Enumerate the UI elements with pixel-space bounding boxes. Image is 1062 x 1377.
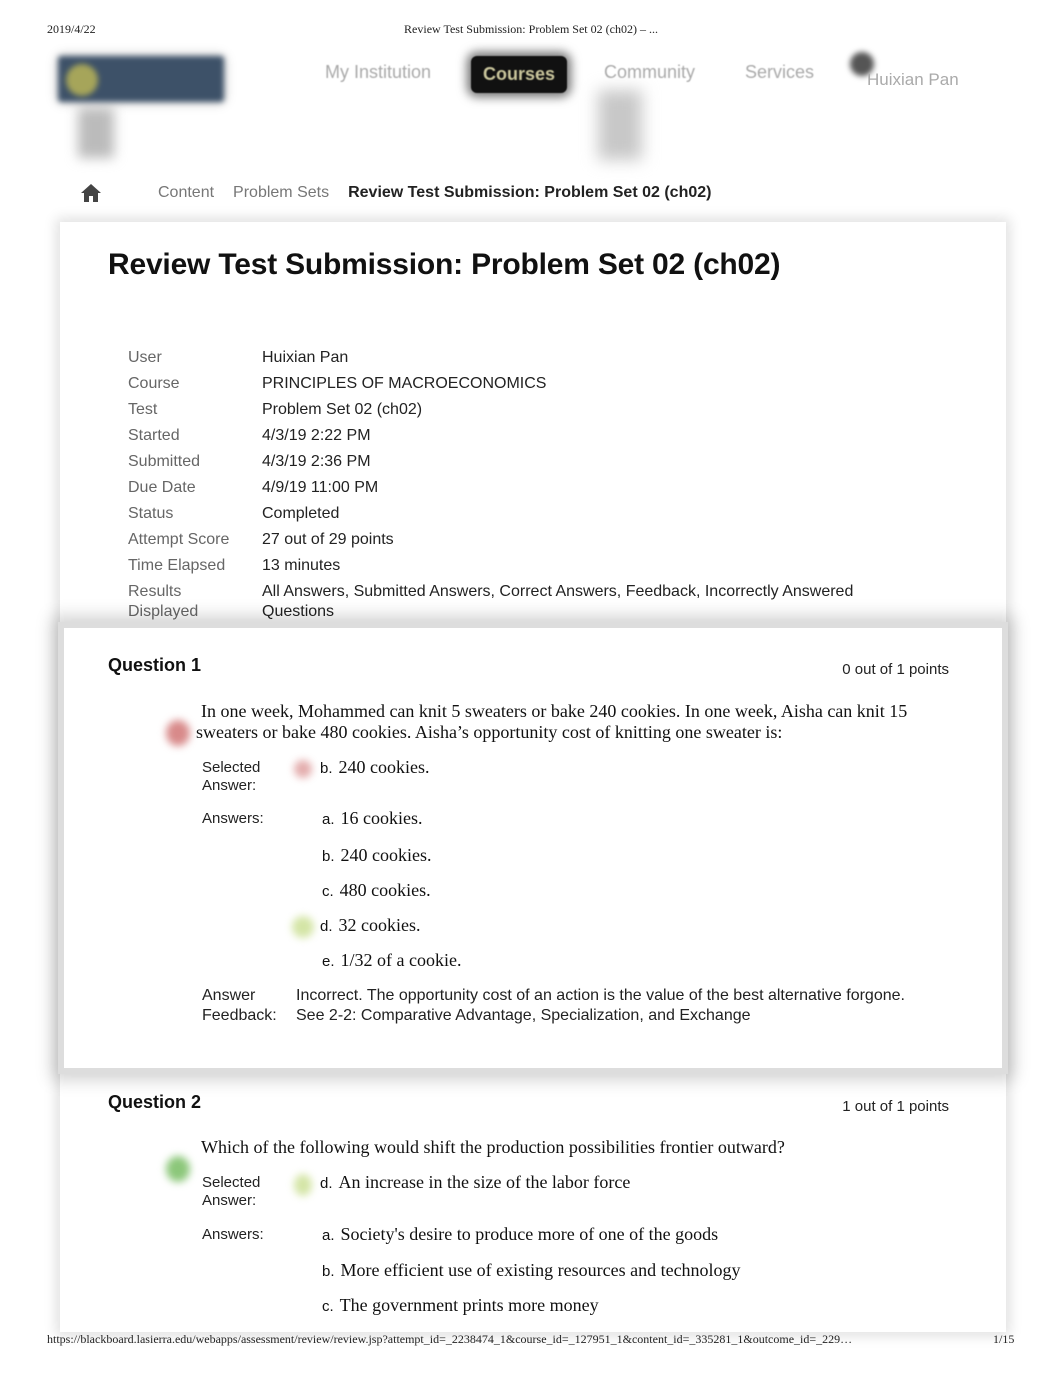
nav-tab-community[interactable]: Community: [604, 62, 695, 83]
answer-option: b. 240 cookies.: [322, 845, 432, 865]
detail-value: All Answers, Submitted Answers, Correct …: [262, 583, 854, 620]
detail-value: 4/3/19 2:22 PM: [262, 427, 371, 444]
selected-answer-label: Selected Answer:: [202, 1174, 261, 1209]
detail-row: Submitted 4/3/19 2:36 PM: [128, 452, 902, 478]
detail-row: Results Displayed All Answers, Submitted …: [128, 582, 902, 622]
question-2-points: 1 out of 1 points: [842, 1098, 949, 1115]
answer-option: c. The government prints more money: [322, 1295, 599, 1315]
answer-option: e. 1/32 of a cookie.: [322, 950, 462, 970]
detail-label: User: [128, 349, 162, 366]
answer-option: c. 480 cookies.: [322, 880, 431, 900]
breadcrumb-current: Review Test Submission: Problem Set 02 (…: [348, 184, 712, 201]
detail-row: Status Completed: [128, 504, 902, 530]
detail-label: Status: [128, 505, 174, 522]
detail-row: Course PRINCIPLES OF MACROECONOMICS: [128, 374, 902, 400]
detail-label: Course: [128, 375, 180, 392]
nav-tab-courses[interactable]: Courses: [471, 56, 568, 93]
answer-option: b. More efficient use of existing resourc…: [322, 1260, 741, 1280]
breadcrumb-content[interactable]: Content: [158, 184, 214, 202]
detail-row: User Huixian Pan: [128, 348, 902, 374]
detail-value: Completed: [262, 505, 340, 522]
answer-option: a. Society's desire to produce more of on…: [322, 1224, 719, 1244]
detail-label: Started: [128, 427, 180, 444]
institution-logo[interactable]: [58, 56, 224, 102]
question-2-selected-answer: d. An increase in the size of the labor f…: [320, 1172, 631, 1192]
answers-label: Answers:: [202, 810, 264, 827]
question-1-feedback: Incorrect. The opportunity cost of an ac…: [296, 987, 905, 1024]
answers-label: Answers:: [202, 1226, 264, 1243]
detail-label: Attempt Score: [128, 531, 230, 548]
answer-option-correct: d. 32 cookies.: [320, 915, 421, 935]
detail-row: Started 4/3/19 2:22 PM: [128, 426, 902, 452]
user-menu[interactable]: Huixian Pan: [867, 70, 959, 90]
detail-row: Due Date 4/9/19 11:00 PM: [128, 478, 902, 504]
selected-answer-label: Selected Answer:: [202, 759, 261, 794]
print-page-number: 1/15: [993, 1332, 1015, 1346]
detail-value: Huixian Pan: [262, 349, 349, 366]
submission-details: User Huixian Pan Course PRINCIPLES OF MACR…: [128, 348, 902, 622]
home-icon[interactable]: [80, 183, 102, 203]
detail-row: Attempt Score 27 out of 29 points: [128, 530, 902, 556]
detail-value: 27 out of 29 points: [262, 531, 394, 548]
correct-icon: [294, 1174, 312, 1196]
detail-label: Submitted: [128, 453, 201, 470]
detail-value: 13 minutes: [262, 557, 341, 574]
print-url: https://blackboard.lasierra.edu/webapps/…: [47, 1332, 853, 1346]
question-1-selected-answer: b. 240 cookies.: [320, 757, 430, 777]
page-title: Review Test Submission: Problem Set 02 (…: [108, 248, 781, 281]
question-1-text: In one week, Mohammed can knit 5 sweater…: [196, 701, 908, 742]
detail-row: Test Problem Set 02 (ch02): [128, 400, 902, 426]
question-1-title: Question 1: [108, 655, 202, 675]
detail-value: 4/3/19 2:36 PM: [262, 453, 371, 470]
detail-label: Results Displayed: [128, 583, 199, 620]
breadcrumb-problem-sets[interactable]: Problem Sets: [233, 184, 329, 202]
correct-answer-icon: [292, 916, 314, 938]
seal-icon: [66, 64, 98, 96]
print-title: Review Test Submission: Problem Set 02 (…: [404, 22, 658, 36]
nav-shadow: [598, 90, 642, 160]
detail-value: Problem Set 02 (ch02): [262, 401, 423, 418]
question-1-points: 0 out of 1 points: [842, 661, 949, 678]
nav-tab-services[interactable]: Services: [745, 62, 814, 83]
detail-label: Due Date: [128, 479, 196, 496]
nav-tab-my-institution[interactable]: My Institution: [325, 62, 431, 83]
question-2-text: Which of the following would shift the p…: [201, 1137, 785, 1157]
detail-row: Time Elapsed 13 minutes: [128, 556, 902, 582]
correct-icon: [166, 1156, 190, 1182]
question-2-title: Question 2: [108, 1092, 202, 1112]
detail-label: Test: [128, 401, 158, 418]
detail-value: 4/9/19 11:00 PM: [262, 479, 379, 496]
breadcrumb: Content Problem Sets Review Test Submiss…: [80, 183, 730, 203]
answer-option: a. 16 cookies.: [322, 808, 423, 828]
logo-shadow: [78, 108, 114, 158]
detail-value: PRINCIPLES OF MACROECONOMICS: [262, 375, 547, 392]
detail-label: Time Elapsed: [128, 557, 226, 574]
incorrect-icon: [166, 720, 190, 746]
incorrect-icon: [294, 760, 312, 778]
answer-feedback-label: Answer Feedback:: [202, 987, 277, 1024]
